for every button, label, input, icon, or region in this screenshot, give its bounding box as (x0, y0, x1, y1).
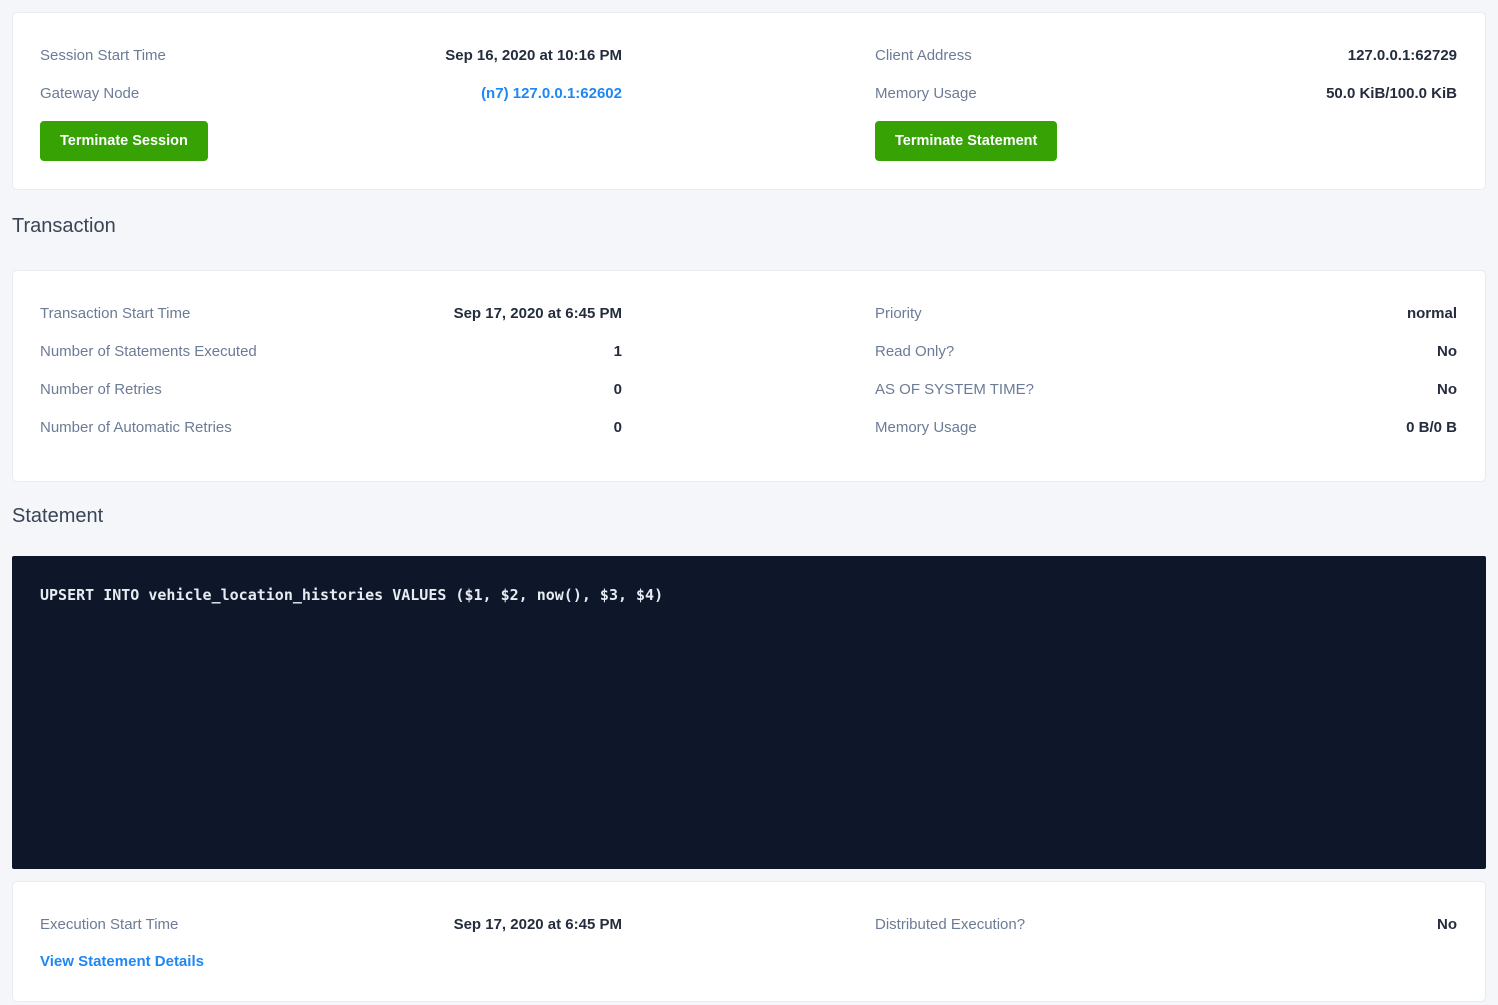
automatic-retries-value: 0 (614, 419, 622, 436)
session-summary-right-column: Client Address 127.0.0.1:62729 Memory Us… (875, 36, 1457, 161)
automatic-retries-label: Number of Automatic Retries (40, 419, 232, 436)
execution-left-column: Execution Start Time Sep 17, 2020 at 6:4… (40, 905, 622, 979)
execution-summary-card: Execution Start Time Sep 17, 2020 at 6:4… (12, 881, 1486, 1002)
execution-start-time-row: Execution Start Time Sep 17, 2020 at 6:4… (40, 905, 622, 943)
distributed-execution-value: No (1437, 916, 1457, 933)
read-only-row: Read Only? No (875, 332, 1457, 370)
transaction-grid: Transaction Start Time Sep 17, 2020 at 6… (40, 294, 1457, 446)
session-details-page: Session Start Time Sep 16, 2020 at 10:16… (0, 0, 1498, 1002)
gateway-node-row: Gateway Node (n7) 127.0.0.1:62602 (40, 74, 622, 112)
statements-executed-row: Number of Statements Executed 1 (40, 332, 622, 370)
transaction-start-time-row: Transaction Start Time Sep 17, 2020 at 6… (40, 294, 622, 332)
statement-section-title: Statement (12, 502, 1486, 530)
priority-label: Priority (875, 305, 922, 322)
gateway-node-link[interactable]: (n7) 127.0.0.1:62602 (481, 85, 622, 102)
automatic-retries-row: Number of Automatic Retries 0 (40, 408, 622, 446)
distributed-execution-row: Distributed Execution? No (875, 905, 1457, 943)
transaction-section-title: Transaction (12, 212, 1486, 240)
execution-right-column: Distributed Execution? No (875, 905, 1457, 979)
execution-grid: Execution Start Time Sep 17, 2020 at 6:4… (40, 905, 1457, 979)
terminate-statement-button[interactable]: Terminate Statement (875, 121, 1057, 161)
statement-sql-text: UPSERT INTO vehicle_location_histories V… (40, 586, 663, 604)
session-summary-grid: Session Start Time Sep 16, 2020 at 10:16… (40, 36, 1457, 161)
transaction-memory-usage-label: Memory Usage (875, 419, 977, 436)
session-memory-usage-value: 50.0 KiB/100.0 KiB (1326, 85, 1457, 102)
session-start-time-label: Session Start Time (40, 47, 166, 64)
statements-executed-value: 1 (614, 343, 622, 360)
as-of-system-time-value: No (1437, 381, 1457, 398)
client-address-value: 127.0.0.1:62729 (1348, 47, 1457, 64)
client-address-label: Client Address (875, 47, 972, 64)
priority-row: Priority normal (875, 294, 1457, 332)
transaction-memory-usage-row: Memory Usage 0 B/0 B (875, 408, 1457, 446)
session-start-time-value: Sep 16, 2020 at 10:16 PM (445, 47, 622, 64)
transaction-start-time-label: Transaction Start Time (40, 305, 190, 322)
transaction-left-column: Transaction Start Time Sep 17, 2020 at 6… (40, 294, 622, 446)
statement-sql-box: UPSERT INTO vehicle_location_histories V… (12, 556, 1486, 869)
view-statement-details-row: View Statement Details (40, 943, 622, 979)
terminate-session-button[interactable]: Terminate Session (40, 121, 208, 161)
client-address-row: Client Address 127.0.0.1:62729 (875, 36, 1457, 74)
as-of-system-time-row: AS OF SYSTEM TIME? No (875, 370, 1457, 408)
gateway-node-label: Gateway Node (40, 85, 139, 102)
view-statement-details-link[interactable]: View Statement Details (40, 953, 204, 970)
execution-start-time-label: Execution Start Time (40, 916, 178, 933)
session-summary-card: Session Start Time Sep 16, 2020 at 10:16… (12, 12, 1486, 190)
transaction-right-column: Priority normal Read Only? No AS OF SYST… (875, 294, 1457, 446)
read-only-label: Read Only? (875, 343, 954, 360)
distributed-execution-label: Distributed Execution? (875, 916, 1025, 933)
priority-value: normal (1407, 305, 1457, 322)
transaction-start-time-value: Sep 17, 2020 at 6:45 PM (454, 305, 622, 322)
session-start-time-row: Session Start Time Sep 16, 2020 at 10:16… (40, 36, 622, 74)
transaction-card: Transaction Start Time Sep 17, 2020 at 6… (12, 270, 1486, 482)
session-memory-usage-row: Memory Usage 50.0 KiB/100.0 KiB (875, 74, 1457, 112)
number-of-retries-label: Number of Retries (40, 381, 162, 398)
execution-start-time-value: Sep 17, 2020 at 6:45 PM (454, 916, 622, 933)
statements-executed-label: Number of Statements Executed (40, 343, 257, 360)
transaction-memory-usage-value: 0 B/0 B (1406, 419, 1457, 436)
session-memory-usage-label: Memory Usage (875, 85, 977, 102)
as-of-system-time-label: AS OF SYSTEM TIME? (875, 381, 1034, 398)
read-only-value: No (1437, 343, 1457, 360)
session-summary-left-column: Session Start Time Sep 16, 2020 at 10:16… (40, 36, 622, 161)
number-of-retries-row: Number of Retries 0 (40, 370, 622, 408)
number-of-retries-value: 0 (614, 381, 622, 398)
